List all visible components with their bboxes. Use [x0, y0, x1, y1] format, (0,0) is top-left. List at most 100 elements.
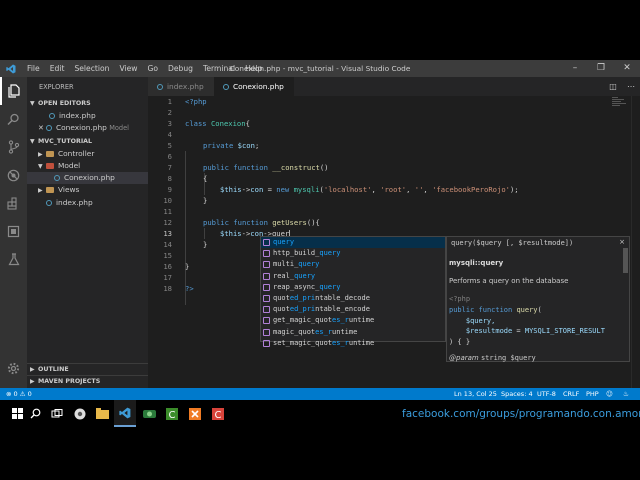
indent-guide	[185, 151, 186, 305]
recorder-app-icon[interactable]: C	[207, 400, 229, 427]
line-number: 7	[167, 163, 172, 172]
suggestion-item[interactable]: real_query	[261, 271, 445, 282]
app-taskbar-icon[interactable]	[138, 400, 160, 427]
tree-folder-views[interactable]: ▶ Views	[27, 184, 148, 196]
menu-selection[interactable]: Selection	[69, 60, 114, 77]
menu-file[interactable]: File	[22, 60, 45, 77]
suggestion-item[interactable]: reap_async_query	[261, 282, 445, 293]
suggestion-text: set_magic_quotes_runtime	[273, 338, 375, 347]
tab-index-php[interactable]: index.php	[148, 77, 214, 96]
restore-icon[interactable]: ❐	[588, 60, 614, 77]
cursor-position[interactable]: Ln 13, Col 25	[454, 388, 497, 400]
maven-projects-section[interactable]: ▶ MAVEN PROJECTS	[27, 375, 148, 387]
file-explorer-icon[interactable]	[91, 400, 113, 427]
details-scrollbar[interactable]	[623, 248, 628, 273]
code-line: class Conexion{	[185, 118, 250, 129]
tab-conexion-php[interactable]: Conexion.php	[214, 77, 294, 96]
file-encoding[interactable]: UTF-8	[537, 388, 556, 400]
menu-view[interactable]: View	[114, 60, 142, 77]
method-code-sample: <?php public function query( $query, $res…	[449, 295, 605, 347]
editor-actions: ◫ ⋯	[604, 77, 640, 96]
project-section[interactable]: ▼ MVC_TUTORIAL	[27, 135, 148, 148]
explorer-icon[interactable]	[0, 77, 27, 105]
code-line: public function getUsers(){	[203, 217, 320, 228]
debug-icon[interactable]	[0, 161, 27, 189]
close-details-icon[interactable]: ×	[619, 238, 625, 246]
tree-file-index[interactable]: index.php	[27, 197, 148, 209]
open-editor-item-active[interactable]: ✕ Conexion.php Model	[27, 122, 148, 134]
vertical-scrollbar[interactable]	[631, 96, 640, 388]
keyword: public	[203, 218, 229, 227]
language-mode[interactable]: PHP	[586, 388, 599, 400]
close-window-icon[interactable]: ✕	[614, 60, 640, 77]
open-editors-section[interactable]: ▼ OPEN EDITORS	[27, 97, 148, 110]
string: 'localhost'	[323, 185, 372, 194]
indentation-setting[interactable]: Spaces: 4	[501, 388, 533, 400]
open-editor-name: index.php	[59, 111, 96, 120]
method-icon	[263, 272, 270, 280]
tree-folder-controller[interactable]: ▶ Controller	[27, 148, 148, 160]
explorer-title: EXPLORER	[39, 83, 74, 91]
warning-count: 0	[27, 390, 32, 398]
code-line: }	[185, 261, 189, 272]
outline-section[interactable]: ▶ OUTLINE	[27, 363, 148, 375]
method-icon	[263, 339, 270, 347]
remote-explorer-icon[interactable]	[0, 217, 27, 245]
vscode-logo-icon	[0, 60, 22, 77]
split-editor-icon[interactable]: ◫	[604, 77, 622, 96]
suggestion-item[interactable]: get_magic_quotes_runtime	[261, 315, 445, 326]
suggestion-item[interactable]: set_magic_quotes_runtime	[261, 338, 445, 349]
code-line: $this->con = new mysqli('localhost', 'ro…	[220, 184, 519, 195]
line-number: 3	[167, 119, 172, 128]
end-of-line[interactable]: CRLF	[563, 388, 579, 400]
task-view-icon[interactable]	[46, 400, 68, 427]
suggestion-item[interactable]: http_build_query	[261, 248, 445, 259]
suggestion-item[interactable]: quoted_printable_decode	[261, 293, 445, 304]
suggestion-item[interactable]: quoted_printable_encode	[261, 304, 445, 315]
search-taskbar-icon[interactable]	[24, 400, 46, 427]
extensions-icon[interactable]	[0, 189, 27, 217]
keyword: public	[203, 163, 229, 172]
keyword: function	[233, 218, 268, 227]
open-editor-folder-hint: Model	[109, 124, 130, 133]
xampp-icon[interactable]	[184, 400, 206, 427]
smiley-feedback-icon[interactable]: ☺	[606, 388, 613, 400]
string: 'root'	[380, 185, 407, 194]
menu-help[interactable]: Help	[240, 60, 267, 77]
method-description: Performs a query on the database	[449, 277, 569, 285]
suggestion-item[interactable]: magic_quotes_runtime	[261, 327, 445, 338]
camtasia-icon[interactable]: C	[161, 400, 183, 427]
minimize-icon[interactable]: –	[562, 60, 588, 77]
open-editor-item[interactable]: index.php	[27, 110, 148, 122]
problems-indicator[interactable]: ⊗ 0 ⚠ 0	[6, 388, 32, 400]
suggestion-item[interactable]: multi_query	[261, 259, 445, 270]
menu-terminal[interactable]: Terminal	[198, 60, 240, 77]
method-icon	[263, 328, 270, 336]
tree-folder-model[interactable]: ▼ Model	[27, 160, 148, 172]
menu-debug[interactable]: Debug	[163, 60, 198, 77]
menu-edit[interactable]: Edit	[45, 60, 70, 77]
bell-icon[interactable]: ♨	[623, 388, 629, 400]
search-icon[interactable]	[0, 105, 27, 133]
source-control-icon[interactable]	[0, 133, 27, 161]
minimap[interactable]	[612, 96, 628, 116]
line-number: 1	[167, 97, 172, 106]
test-flask-icon[interactable]	[0, 245, 27, 273]
line-number: 5	[167, 141, 172, 150]
more-actions-icon[interactable]: ⋯	[622, 77, 640, 96]
chrome-browser-icon[interactable]	[69, 400, 91, 427]
vscode-taskbar-icon[interactable]	[114, 400, 136, 427]
php-file-icon	[223, 84, 229, 90]
tree-file-conexion[interactable]: Conexion.php	[27, 172, 148, 185]
menu-go[interactable]: Go	[142, 60, 163, 77]
tab-label: index.php	[167, 82, 204, 91]
line-number: 8	[167, 174, 172, 183]
settings-gear-icon[interactable]	[0, 354, 27, 382]
punctuation: }	[203, 240, 208, 249]
property: con	[250, 185, 264, 194]
screenshot: { "window": { "title": "Conexion.php - m…	[0, 0, 640, 480]
code-line: public function __construct()	[203, 162, 329, 173]
suggestion-item-selected[interactable]: query	[261, 237, 445, 249]
close-editor-icon[interactable]: ✕	[38, 122, 46, 134]
line-number-current: 13	[163, 229, 172, 238]
